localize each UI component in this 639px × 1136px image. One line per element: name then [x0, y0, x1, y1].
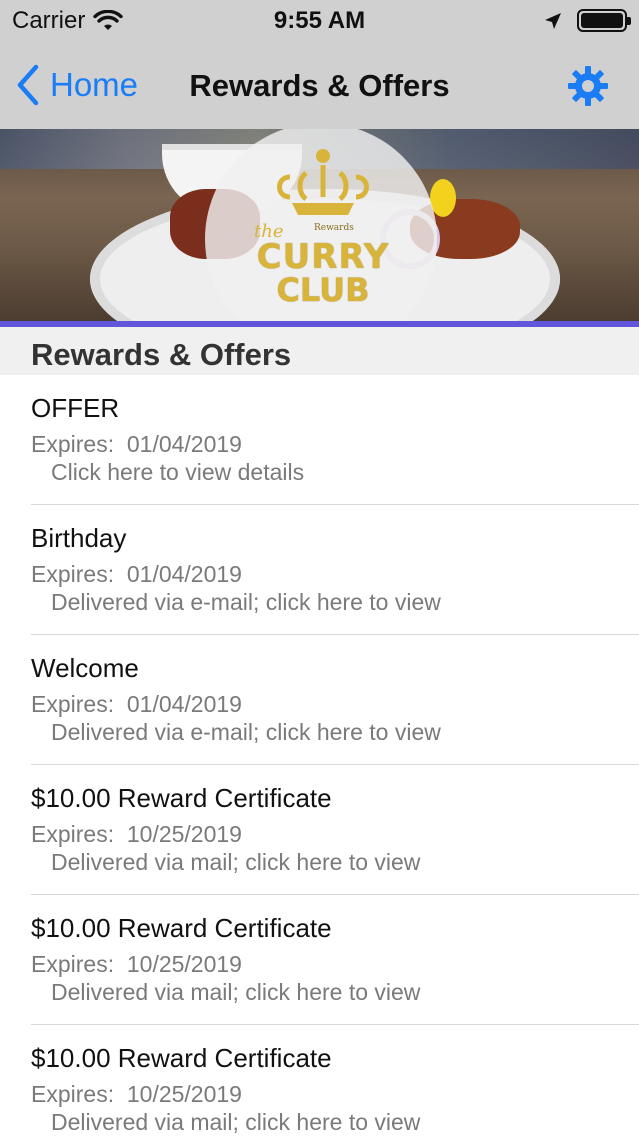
- offer-expires: Expires: 10/25/2019: [31, 1081, 242, 1107]
- offer-title: OFFER: [31, 393, 120, 423]
- hero-banner: the Rewards CURRY CLUB: [0, 129, 639, 323]
- offer-item[interactable]: $10.00 Reward Certificate Expires: 10/25…: [0, 895, 639, 1025]
- offer-detail-link[interactable]: Delivered via e-mail; click here to view: [51, 719, 441, 746]
- gear-icon[interactable]: [567, 65, 609, 107]
- offer-item[interactable]: Welcome Expires: 01/04/2019 Delivered vi…: [0, 635, 639, 765]
- offer-title: $10.00 Reward Certificate: [31, 1043, 332, 1073]
- offer-expires: Expires: 01/04/2019: [31, 691, 242, 717]
- page-title: Rewards & Offers: [189, 68, 450, 103]
- offers-list: OFFER Expires: 01/04/2019 Click here to …: [0, 375, 639, 1136]
- offer-title: Birthday: [31, 523, 127, 553]
- logo-rewards: Rewards: [314, 223, 354, 233]
- offer-title: $10.00 Reward Certificate: [31, 913, 332, 943]
- logo-club: CLUB: [276, 271, 370, 309]
- crown-logo-icon: [277, 149, 369, 215]
- status-bar: Carrier 9:55 AM: [0, 0, 639, 42]
- offer-title: Welcome: [31, 653, 139, 683]
- offer-expires: Expires: 10/25/2019: [31, 951, 242, 977]
- location-arrow-icon: [545, 12, 561, 29]
- offer-title: $10.00 Reward Certificate: [31, 783, 332, 813]
- offer-expires: Expires: 01/04/2019: [31, 561, 242, 587]
- offer-detail-link[interactable]: Click here to view details: [51, 459, 304, 486]
- section-title: Rewards & Offers: [31, 337, 292, 372]
- offer-detail-link[interactable]: Delivered via e-mail; click here to view: [51, 589, 441, 616]
- offer-expires: Expires: 01/04/2019: [31, 431, 242, 457]
- offer-item[interactable]: $10.00 Reward Certificate Expires: 10/25…: [0, 765, 639, 895]
- navigation-bar: Home Rewards & Offers: [0, 42, 639, 129]
- offer-detail-link[interactable]: Delivered via mail; click here to view: [51, 849, 420, 876]
- offer-item[interactable]: OFFER Expires: 01/04/2019 Click here to …: [0, 375, 639, 505]
- hero-lemon: [430, 179, 456, 217]
- section-header: Rewards & Offers: [0, 327, 639, 375]
- offer-item[interactable]: $10.00 Reward Certificate Expires: 10/25…: [0, 1025, 639, 1136]
- status-right: [543, 9, 631, 32]
- offer-detail-link[interactable]: Delivered via mail; click here to view: [51, 979, 420, 1006]
- offer-item[interactable]: Birthday Expires: 01/04/2019 Delivered v…: [0, 505, 639, 635]
- offer-detail-link[interactable]: Delivered via mail; click here to view: [51, 1109, 420, 1136]
- offer-expires: Expires: 10/25/2019: [31, 821, 242, 847]
- battery-icon: [577, 9, 631, 32]
